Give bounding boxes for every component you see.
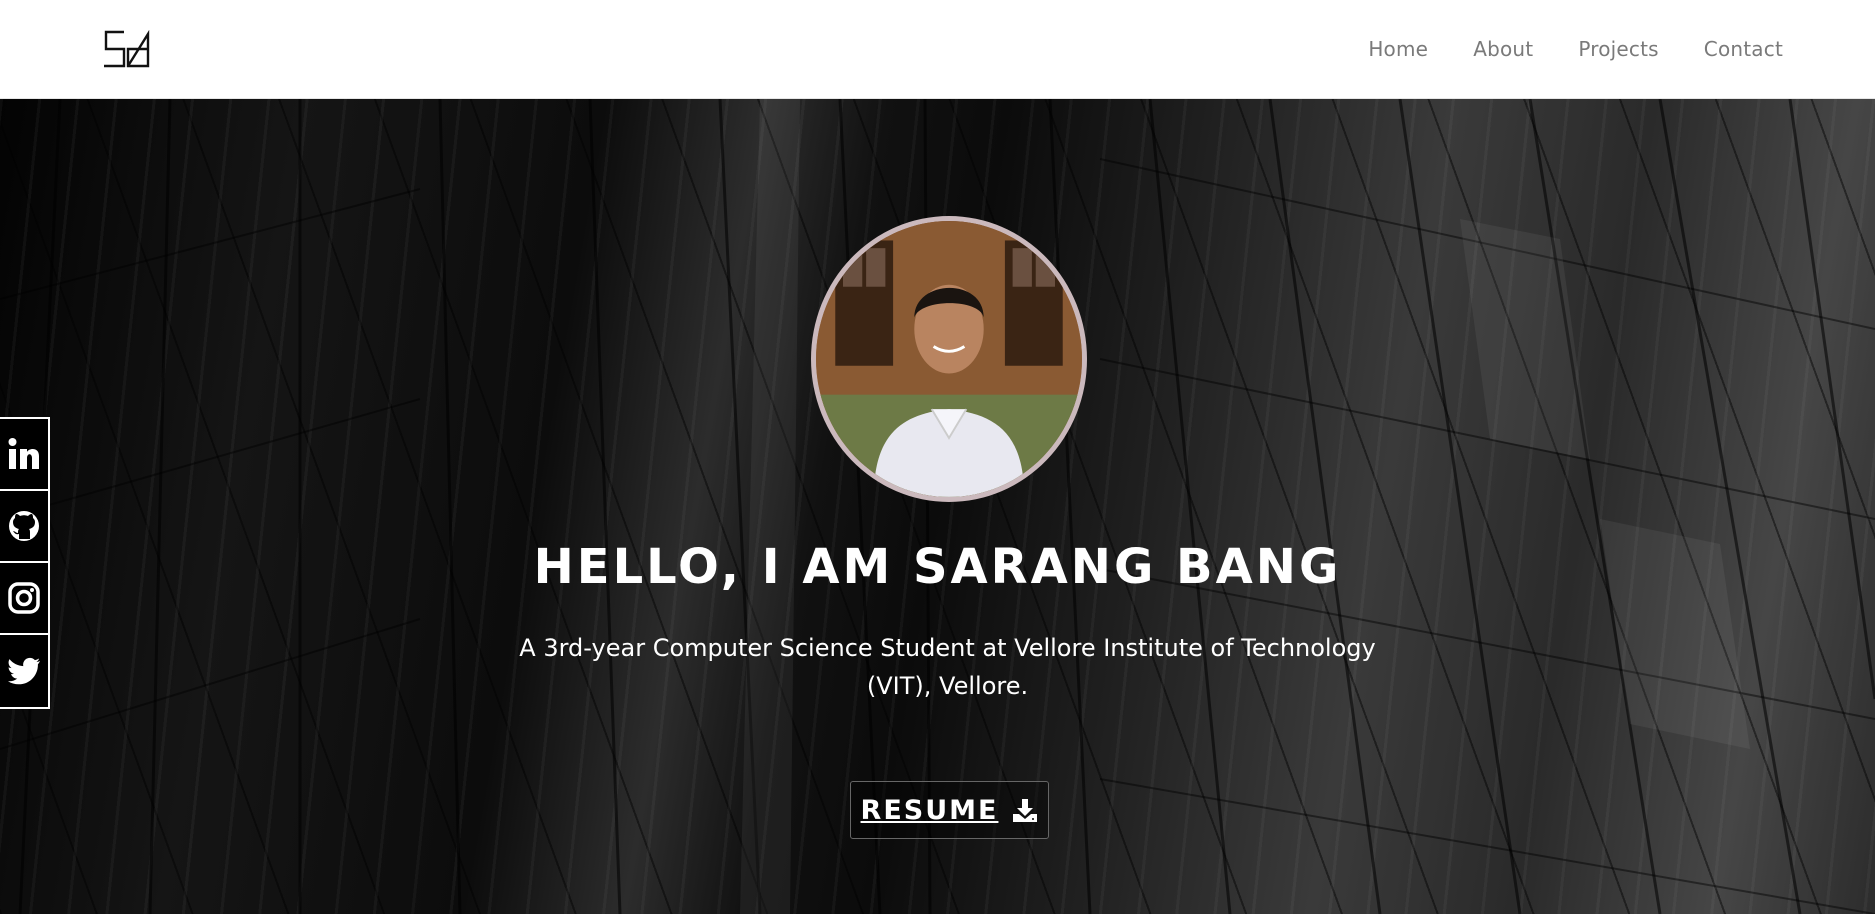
download-icon <box>1013 799 1038 822</box>
nav-contact[interactable]: Contact <box>1704 37 1783 61</box>
profile-photo <box>811 216 1087 502</box>
social-instagram[interactable] <box>0 563 48 635</box>
site-header: Home About Projects Contact <box>0 0 1875 99</box>
social-github[interactable] <box>0 491 48 563</box>
logo-link[interactable] <box>102 30 150 68</box>
social-sidebar <box>0 417 50 709</box>
nav-projects[interactable]: Projects <box>1578 37 1658 61</box>
nav-about[interactable]: About <box>1473 37 1533 61</box>
hero-headline: HELLO, I AM SARANG BANG <box>533 539 1342 595</box>
profile-photo-icon <box>816 221 1082 497</box>
github-icon <box>9 511 39 541</box>
social-linkedin[interactable] <box>0 419 48 491</box>
resume-button[interactable]: RESUME <box>850 781 1049 839</box>
hero-section: HELLO, I AM SARANG BANG A 3rd-year Compu… <box>0 99 1875 914</box>
hero-subtitle: A 3rd-year Computer Science Student at V… <box>519 634 1376 700</box>
social-twitter[interactable] <box>0 635 48 707</box>
linkedin-icon <box>8 438 39 469</box>
nav-home[interactable]: Home <box>1368 37 1428 61</box>
sb-monogram-logo-icon <box>104 30 150 68</box>
resume-label: RESUME <box>860 794 999 826</box>
twitter-icon <box>8 657 40 685</box>
main-nav: Home About Projects Contact <box>1368 37 1783 61</box>
instagram-icon <box>8 582 40 614</box>
